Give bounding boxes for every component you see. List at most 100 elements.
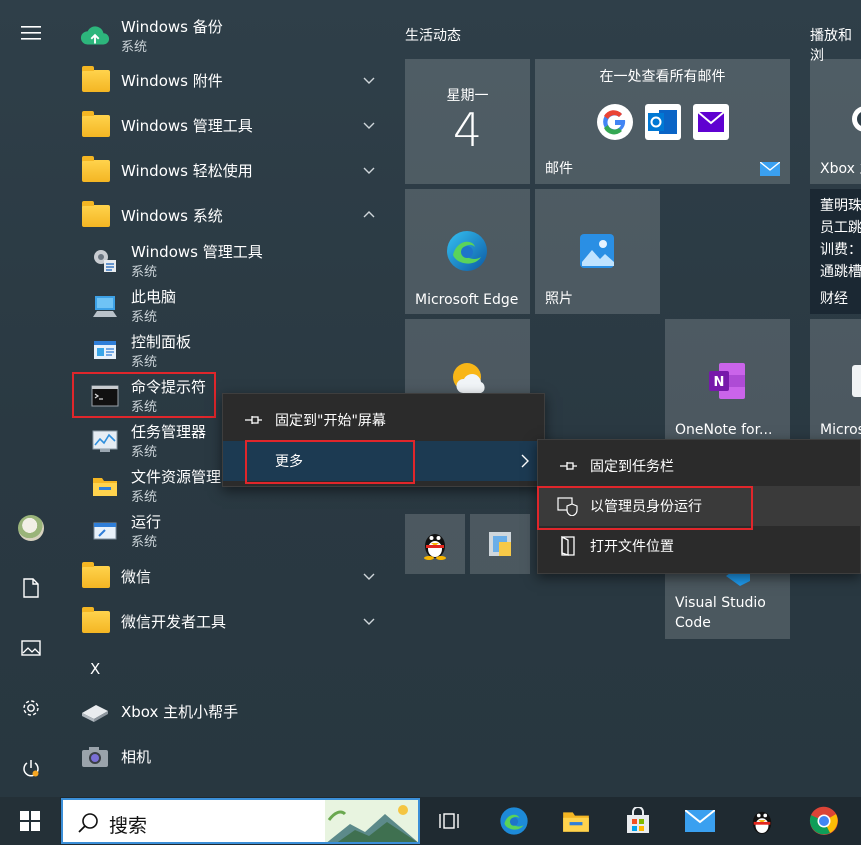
- calendar-date: 4: [452, 103, 483, 157]
- tile-onenote[interactable]: N OneNote for...: [665, 319, 790, 444]
- folder-windows-system[interactable]: Windows 系统: [62, 193, 392, 238]
- app-control-panel[interactable]: 控制面板 系统: [62, 328, 392, 373]
- folder-windows-ease-of-access[interactable]: Windows 轻松使用: [62, 148, 392, 193]
- camera-icon: [82, 746, 108, 767]
- letter-header-x[interactable]: X: [90, 660, 100, 678]
- taskbar-file-explorer[interactable]: [552, 797, 600, 845]
- xbox-console-icon: [82, 704, 108, 722]
- menu-item-pin-to-start[interactable]: 固定到"开始"屏幕: [223, 400, 544, 440]
- news-line: 董明珠: [820, 198, 861, 214]
- taskbar-qq[interactable]: [738, 797, 786, 845]
- control-panel-icon: [90, 336, 120, 366]
- folder-windows-accessories[interactable]: Windows 附件: [62, 58, 392, 103]
- app-category: 系统: [131, 535, 158, 550]
- calendar-weekday: 星期一: [446, 88, 489, 104]
- store-bag-icon: [627, 807, 649, 833]
- onenote-icon: N: [709, 363, 745, 399]
- tile-qq[interactable]: [405, 514, 465, 574]
- news-line: 训费：: [820, 242, 861, 258]
- menu-item-label: 固定到任务栏: [590, 459, 674, 475]
- folder-label: Windows 系统: [121, 207, 223, 225]
- edge-icon: [447, 231, 487, 271]
- taskbar-search-box[interactable]: 搜索: [61, 798, 420, 844]
- app-run[interactable]: 运行 系统: [62, 508, 392, 553]
- app-category: 系统: [131, 310, 158, 325]
- yahoo-mail-icon: [693, 104, 729, 140]
- app-name: Xbox 主机小帮手: [121, 703, 239, 721]
- chevron-down-icon: [363, 122, 375, 129]
- menu-item-open-file-location[interactable]: 打开文件位置: [538, 526, 860, 566]
- power-icon: [23, 760, 39, 777]
- outlook-icon: [645, 104, 681, 140]
- folder-label: 微信: [121, 568, 152, 586]
- run-as-admin-highlight-box: [537, 486, 753, 530]
- tile-admin-tools[interactable]: [470, 514, 530, 574]
- mail-tile-title: 在一处查看所有邮件: [599, 69, 726, 85]
- photos-tile-label: 照片: [545, 291, 573, 307]
- app-name: 文件资源管理: [131, 468, 222, 486]
- hamburger-menu-button[interactable]: [12, 14, 50, 52]
- computer-icon: [90, 291, 120, 321]
- settings-button[interactable]: [12, 689, 50, 727]
- app-this-pc[interactable]: 此电脑 系统: [62, 283, 392, 328]
- start-button[interactable]: [0, 797, 60, 845]
- chevron-up-icon: [363, 211, 375, 218]
- folder-wechat-devtools[interactable]: 微信开发者工具: [62, 599, 392, 644]
- qq-penguin-icon: [752, 811, 772, 834]
- app-windows-backup[interactable]: Windows 备份 系统: [62, 13, 392, 58]
- folder-open-icon: [556, 534, 580, 558]
- pin-icon: [556, 454, 580, 478]
- xbox-icon: [852, 106, 861, 132]
- tile-news[interactable]: 董明珠 员工跳 训费： 通跳槽 财经: [810, 189, 861, 314]
- app-category: 系统: [131, 355, 158, 370]
- pin-icon: [241, 408, 265, 432]
- taskbar-chrome[interactable]: [800, 797, 848, 845]
- tile-mail[interactable]: 在一处查看所有邮件 邮件: [535, 59, 790, 184]
- file-explorer-icon: [90, 471, 120, 501]
- folder-icon: [82, 155, 110, 182]
- hamburger-icon: [21, 26, 41, 40]
- power-button[interactable]: [12, 749, 50, 787]
- tile-edge[interactable]: Microsoft Edge: [405, 189, 530, 314]
- taskbar-store[interactable]: [614, 797, 662, 845]
- user-account-button[interactable]: [12, 509, 50, 547]
- task-view-button[interactable]: [426, 797, 474, 845]
- windows-logo-icon: [20, 811, 40, 831]
- chevron-down-icon: [363, 618, 375, 625]
- taskbar-mail[interactable]: [676, 797, 724, 845]
- menu-item-pin-to-taskbar[interactable]: 固定到任务栏: [538, 446, 860, 486]
- task-view-icon: [439, 813, 459, 829]
- qq-penguin-icon: [424, 534, 446, 560]
- document-icon: [23, 578, 39, 598]
- taskbar-edge[interactable]: [490, 797, 538, 845]
- tile-calendar[interactable]: 星期一 4: [405, 59, 530, 184]
- app-camera[interactable]: 相机: [62, 734, 392, 779]
- taskbar: 搜索: [0, 797, 861, 845]
- folder-wechat[interactable]: 微信: [62, 554, 392, 599]
- tile-photos[interactable]: 照片: [535, 189, 660, 314]
- folder-windows-admin-tools[interactable]: Windows 管理工具: [62, 103, 392, 148]
- backup-icon: [80, 21, 110, 51]
- news-line: 员工跳: [820, 220, 861, 236]
- news-headline: 董明珠 员工跳 训费： 通跳槽: [820, 195, 861, 283]
- documents-button[interactable]: [12, 569, 50, 607]
- app-name: 相机: [121, 748, 152, 766]
- app-windows-admin-tools[interactable]: Windows 管理工具 系统: [62, 238, 392, 283]
- edge-icon: [500, 807, 528, 835]
- mail-icon: [685, 810, 715, 832]
- app-name: Windows 备份: [121, 18, 223, 36]
- pictures-button[interactable]: [12, 629, 50, 667]
- tile-microsoft-store[interactable]: Micros: [810, 319, 861, 444]
- tile-xbox[interactable]: Xbox 主: [810, 59, 861, 184]
- app-category: 系统: [131, 445, 158, 460]
- store-tile-label: Micros: [820, 422, 861, 438]
- task-manager-icon: [90, 426, 120, 456]
- app-name: 此电脑: [131, 288, 177, 306]
- vscode-label-line: Code: [675, 615, 711, 631]
- search-placeholder: 搜索: [109, 815, 148, 837]
- gear-icon: [23, 700, 39, 716]
- app-xbox-helper[interactable]: Xbox 主机小帮手: [62, 689, 392, 734]
- chrome-icon: [809, 806, 838, 835]
- photos-icon: [580, 234, 614, 268]
- folder-icon: [82, 65, 110, 92]
